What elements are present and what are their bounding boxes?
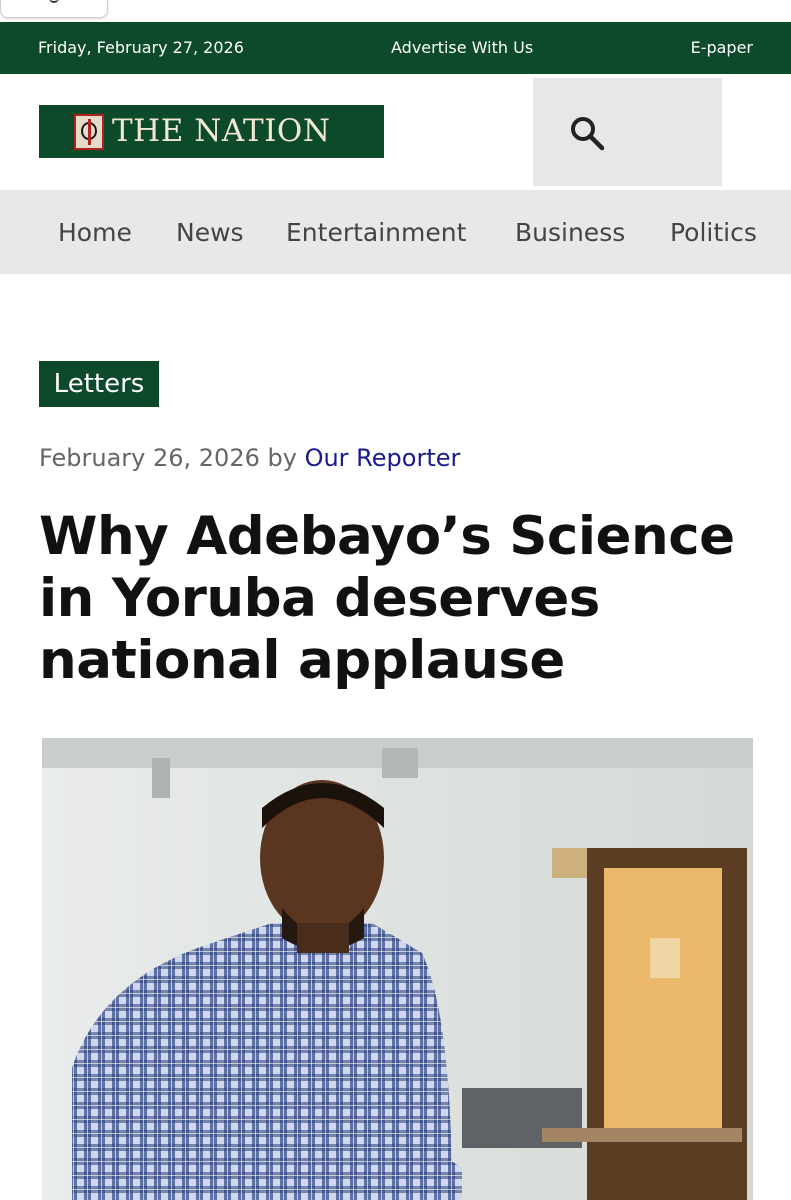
current-date: Friday, February 27, 2026 (38, 38, 244, 57)
search-icon (571, 117, 605, 151)
byline-by: by (267, 444, 297, 472)
article-date: February 26, 2026 (39, 444, 260, 472)
masthead: THE NATION (0, 74, 791, 190)
logo-emblem-icon (74, 114, 104, 150)
article-title: Why Adebayo’s Science in Yoruba deserves… (39, 506, 735, 691)
top-bar: Friday, February 27, 2026 Advertise With… (0, 22, 791, 74)
epaper-link[interactable]: E-paper (691, 38, 753, 57)
article-photo (42, 738, 753, 1200)
nav-item-news[interactable]: News (176, 218, 244, 247)
browser-top-strip (0, 0, 791, 22)
advertise-link[interactable]: Advertise With Us (391, 38, 533, 57)
chevron-icon (49, 0, 59, 3)
main-nav: Home News Entertainment Business Politic… (0, 190, 791, 274)
logo-text: THE NATION (112, 113, 331, 149)
article-photo-image (42, 738, 753, 1200)
site-logo[interactable]: THE NATION (39, 105, 384, 158)
floating-button[interactable] (0, 0, 108, 18)
nav-item-home[interactable]: Home (58, 218, 132, 247)
byline: February 26, 2026 by Our Reporter (39, 444, 460, 472)
nav-item-business[interactable]: Business (515, 218, 625, 247)
nav-item-entertainment[interactable]: Entertainment (286, 218, 466, 247)
search-button[interactable] (533, 78, 722, 186)
author-link[interactable]: Our Reporter (305, 444, 461, 472)
category-badge[interactable]: Letters (39, 361, 159, 407)
nav-item-politics[interactable]: Politics (670, 218, 757, 247)
